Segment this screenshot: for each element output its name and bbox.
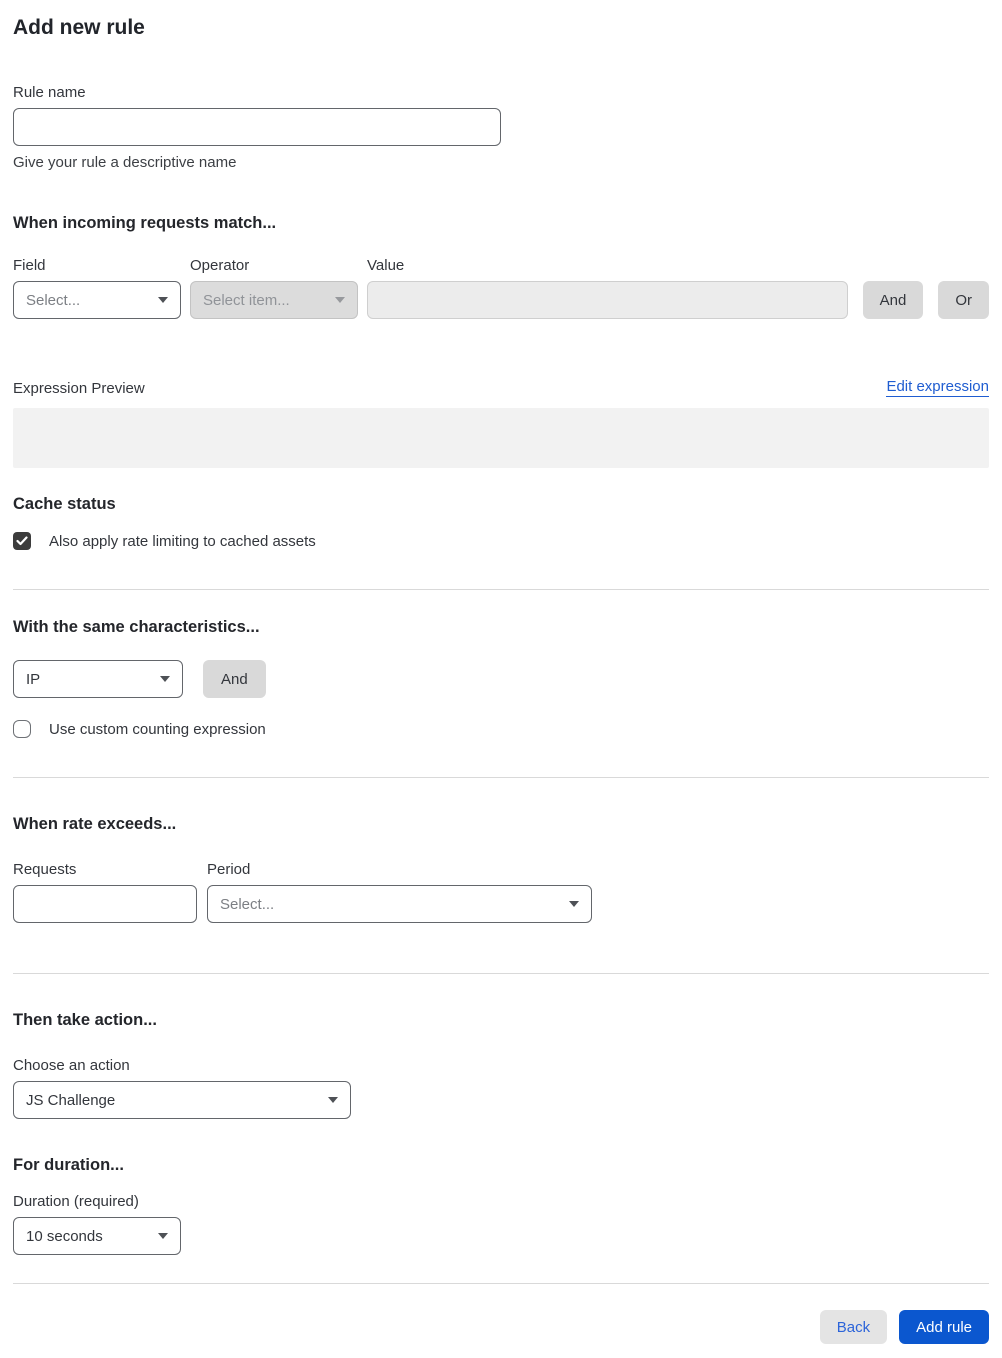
field-select[interactable]: Select... <box>13 281 181 319</box>
footer-actions: Back Add rule <box>13 1310 989 1344</box>
period-select-value: Select... <box>220 895 275 913</box>
expression-preview-box <box>13 408 989 468</box>
or-button[interactable]: Or <box>938 281 989 319</box>
field-label: Field <box>13 257 46 274</box>
characteristic-select[interactable]: IP <box>13 660 183 698</box>
field-select-value: Select... <box>26 291 81 309</box>
add-rule-form: Add new rule Rule name Give your rule a … <box>0 0 1002 1358</box>
custom-counting-expression-checkbox[interactable] <box>13 720 31 738</box>
rate-row: Requests Period Select... <box>13 861 989 923</box>
duration-select[interactable]: 10 seconds <box>13 1217 181 1255</box>
rule-name-label: Rule name <box>13 84 86 101</box>
custom-expression-row: Use custom counting expression <box>13 720 989 738</box>
choose-action-label: Choose an action <box>13 1057 130 1074</box>
cache-status-heading: Cache status <box>13 495 116 513</box>
rule-name-input[interactable] <box>13 108 501 146</box>
footer-divider <box>13 1283 989 1284</box>
take-action-heading: Then take action... <box>13 1011 157 1029</box>
match-section-heading: When incoming requests match... <box>13 214 277 232</box>
period-select[interactable]: Select... <box>207 885 592 923</box>
requests-input[interactable] <box>13 885 197 923</box>
action-select-value: JS Challenge <box>26 1091 116 1109</box>
operator-label: Operator <box>190 257 250 274</box>
match-row: Field Select... Operator Select item... … <box>13 257 989 319</box>
operator-select-value: Select item... <box>203 291 290 309</box>
characteristic-select-value: IP <box>26 670 41 688</box>
chevron-down-icon <box>158 1233 168 1239</box>
add-rule-button[interactable]: Add rule <box>899 1310 989 1344</box>
characteristics-heading: With the same characteristics... <box>13 618 260 636</box>
chevron-down-icon <box>328 1097 338 1103</box>
rule-name-group: Rule name Give your rule a descriptive n… <box>13 84 989 171</box>
rate-exceeds-heading: When rate exceeds... <box>13 815 177 833</box>
back-button[interactable]: Back <box>819 1310 888 1344</box>
chevron-down-icon <box>158 297 168 303</box>
value-input <box>367 281 848 319</box>
duration-heading: For duration... <box>13 1156 124 1174</box>
cache-checkbox-row: Also apply rate limiting to cached asset… <box>13 532 989 550</box>
page-title: Add new rule <box>13 16 145 39</box>
and-button[interactable]: And <box>862 281 924 319</box>
custom-counting-expression-label: Use custom counting expression <box>49 720 266 738</box>
action-select[interactable]: JS Challenge <box>13 1081 351 1119</box>
chevron-down-icon <box>569 901 579 907</box>
cached-assets-checkbox[interactable] <box>13 532 31 550</box>
edit-expression-link[interactable]: Edit expression <box>886 378 989 397</box>
expression-preview-label: Expression Preview <box>13 380 145 397</box>
section-divider <box>13 589 989 590</box>
section-divider <box>13 973 989 974</box>
cached-assets-label: Also apply rate limiting to cached asset… <box>49 532 316 550</box>
rule-name-helper: Give your rule a descriptive name <box>13 154 237 171</box>
expression-preview-header: Expression Preview Edit expression <box>13 378 989 397</box>
section-divider <box>13 777 989 778</box>
checkmark-icon <box>16 536 28 546</box>
requests-label: Requests <box>13 861 77 878</box>
chevron-down-icon <box>160 676 170 682</box>
duration-label: Duration (required) <box>13 1193 139 1210</box>
value-label: Value <box>367 257 405 274</box>
operator-select: Select item... <box>190 281 358 319</box>
characteristics-and-button[interactable]: And <box>203 660 266 698</box>
characteristics-row: IP And <box>13 660 989 698</box>
chevron-down-icon <box>335 297 345 303</box>
period-label: Period <box>207 861 251 878</box>
duration-select-value: 10 seconds <box>26 1227 103 1245</box>
